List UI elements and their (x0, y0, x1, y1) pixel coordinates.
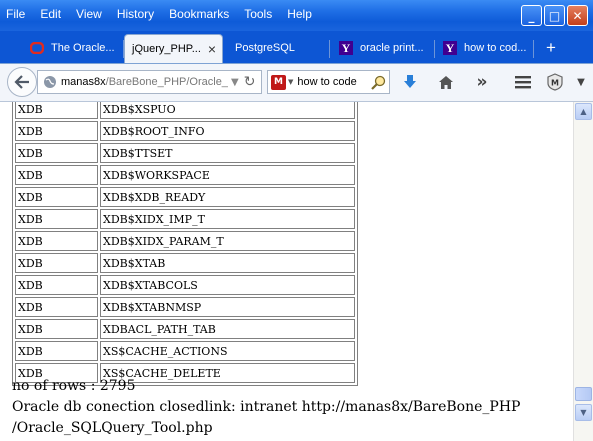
scroll-down-arrow[interactable]: ▼ (575, 404, 592, 421)
table-row: XDB XDB$WORKSPACE (15, 165, 355, 185)
table-row: XDB XDB$XSPUO (15, 102, 355, 119)
window-titlebar: File Edit View History Bookmarks Tools H… (0, 0, 593, 31)
tab-strip: The Oracle... jQuery_PHP... × PostgreSQL… (0, 31, 593, 64)
table-row: XDB XDB$XTAB (15, 253, 355, 273)
new-tab-button[interactable]: + (546, 34, 556, 62)
tab-jquery-php[interactable]: jQuery_PHP... × (124, 34, 223, 63)
owner-cell: XDB (15, 165, 98, 185)
owner-cell: XDB (15, 143, 98, 163)
table-name-cell: XS$CACHE_DELETE (100, 363, 355, 383)
svg-text:M: M (551, 79, 559, 88)
row-count-text: no of rows : 2795 (12, 378, 136, 394)
reload-icon[interactable]: ↻ (244, 74, 256, 90)
table-name-cell: XDB$XTABCOLS (100, 275, 355, 295)
tab-label: oracle print... (360, 42, 424, 54)
yahoo-icon: Y (339, 41, 353, 55)
status-text-line-2: /Oracle_SQLQuery_Tool.php (12, 420, 213, 436)
owner-cell: XDB (15, 297, 98, 317)
table-name-cell: XDB$XIDX_IMP_T (100, 209, 355, 229)
menu-history[interactable]: History (117, 7, 154, 21)
table-row: XDB XS$CACHE_ACTIONS (15, 341, 355, 361)
vertical-scrollbar[interactable]: ▲ ▼ (573, 102, 593, 441)
owner-cell: XDB (15, 231, 98, 251)
menu-help[interactable]: Help (287, 7, 312, 21)
search-bar[interactable]: M ▼ how to code (267, 70, 390, 94)
tab-label: The Oracle... (51, 42, 115, 54)
table-row: XDB XDB$ROOT_INFO (15, 121, 355, 141)
table-name-cell: XDB$TTSET (100, 143, 355, 163)
table-name-cell: XDB$XTABNMSP (100, 297, 355, 317)
mcafee-icon: M (271, 74, 286, 90)
table-row: XDB XDB$XDB_READY (15, 187, 355, 207)
maximize-button[interactable]: □ (544, 5, 565, 26)
search-icon[interactable] (371, 75, 386, 90)
tab-oracle-print[interactable]: Y oracle print... (339, 34, 424, 62)
tab-postgresql[interactable]: PostgreSQL (235, 34, 295, 62)
window-controls: _ □ ✕ (521, 5, 588, 26)
menu-view[interactable]: View (76, 7, 102, 21)
table-name-cell: XDBACL_PATH_TAB (100, 319, 355, 339)
table-name-cell: XDB$XDB_READY (100, 187, 355, 207)
table-name-cell: XDB$XIDX_PARAM_T (100, 231, 355, 251)
scroll-up-arrow[interactable]: ▲ (575, 103, 592, 120)
url-text[interactable]: manas8x/BareBone_PHP/Oracle_ (61, 76, 229, 88)
menu-bar: File Edit View History Bookmarks Tools H… (6, 7, 327, 21)
search-input[interactable]: how to code (297, 76, 356, 88)
extension-dropdown-icon[interactable]: ▼ (571, 72, 591, 92)
close-tab-icon[interactable]: × (208, 41, 216, 57)
menu-file[interactable]: File (6, 7, 25, 21)
owner-cell: XDB (15, 341, 98, 361)
hamburger-menu-icon[interactable] (513, 72, 533, 92)
menu-tools[interactable]: Tools (244, 7, 272, 21)
tab-label: PostgreSQL (235, 42, 295, 54)
results-table: XDB XDB$XSPUO XDB XDB$ROOT_INFO XDB XDB$TTSET… (12, 102, 358, 386)
yahoo-icon: Y (443, 41, 457, 55)
back-arrow-icon (14, 75, 29, 89)
globe-icon (43, 75, 57, 89)
owner-cell: XDB (15, 209, 98, 229)
tab-how-to-code[interactable]: Y how to cod... (443, 34, 526, 62)
owner-cell: XDB (15, 121, 98, 141)
table-name-cell: XS$CACHE_ACTIONS (100, 341, 355, 361)
tab-label: how to cod... (464, 42, 527, 54)
owner-cell: XDB (15, 102, 98, 119)
back-button[interactable] (7, 67, 37, 97)
table-name-cell: XDB$WORKSPACE (100, 165, 355, 185)
close-window-button[interactable]: ✕ (567, 5, 588, 26)
navigation-toolbar: manas8x/BareBone_PHP/Oracle_ ▼ ↻ M ▼ how… (0, 64, 593, 102)
table-row: XDB XDB$XTABNMSP (15, 297, 355, 317)
url-bar[interactable]: manas8x/BareBone_PHP/Oracle_ ▼ ↻ (37, 70, 262, 94)
menu-edit[interactable]: Edit (40, 7, 61, 21)
table-row: XDB XDB$XIDX_PARAM_T (15, 231, 355, 251)
scroll-thumb[interactable] (575, 387, 592, 401)
menu-bookmarks[interactable]: Bookmarks (169, 7, 229, 21)
tab-oracle[interactable]: The Oracle... (30, 34, 115, 62)
table-name-cell: XDB$XSPUO (100, 102, 355, 119)
page-content: XDB XDB$XSPUO XDB XDB$ROOT_INFO XDB XDB$TTSET… (0, 102, 573, 441)
table-row: XDB XDBACL_PATH_TAB (15, 319, 355, 339)
oracle-icon (30, 41, 44, 55)
home-icon[interactable] (436, 72, 456, 92)
table-row: XDB XDB$TTSET (15, 143, 355, 163)
status-text-line-1: Oracle db conection closedlink: intranet… (12, 399, 521, 415)
table-row: XDB XDB$XTABCOLS (15, 275, 355, 295)
minimize-button[interactable]: _ (521, 5, 542, 26)
tab-label: jQuery_PHP... (132, 43, 201, 55)
owner-cell: XDB (15, 275, 98, 295)
owner-cell: XDB (15, 187, 98, 207)
mcafee-extension-icon[interactable]: M (545, 72, 565, 92)
table-name-cell: XDB$ROOT_INFO (100, 121, 355, 141)
table-name-cell: XDB$XTAB (100, 253, 355, 273)
search-engine-dropdown-icon[interactable]: ▼ (288, 78, 293, 86)
url-dropdown-icon[interactable]: ▼ (231, 77, 239, 88)
download-icon[interactable] (400, 72, 420, 92)
owner-cell: XDB (15, 319, 98, 339)
owner-cell: XDB (15, 253, 98, 273)
overflow-chevron-icon[interactable]: » (472, 72, 492, 92)
table-row: XDB XDB$XIDX_IMP_T (15, 209, 355, 229)
